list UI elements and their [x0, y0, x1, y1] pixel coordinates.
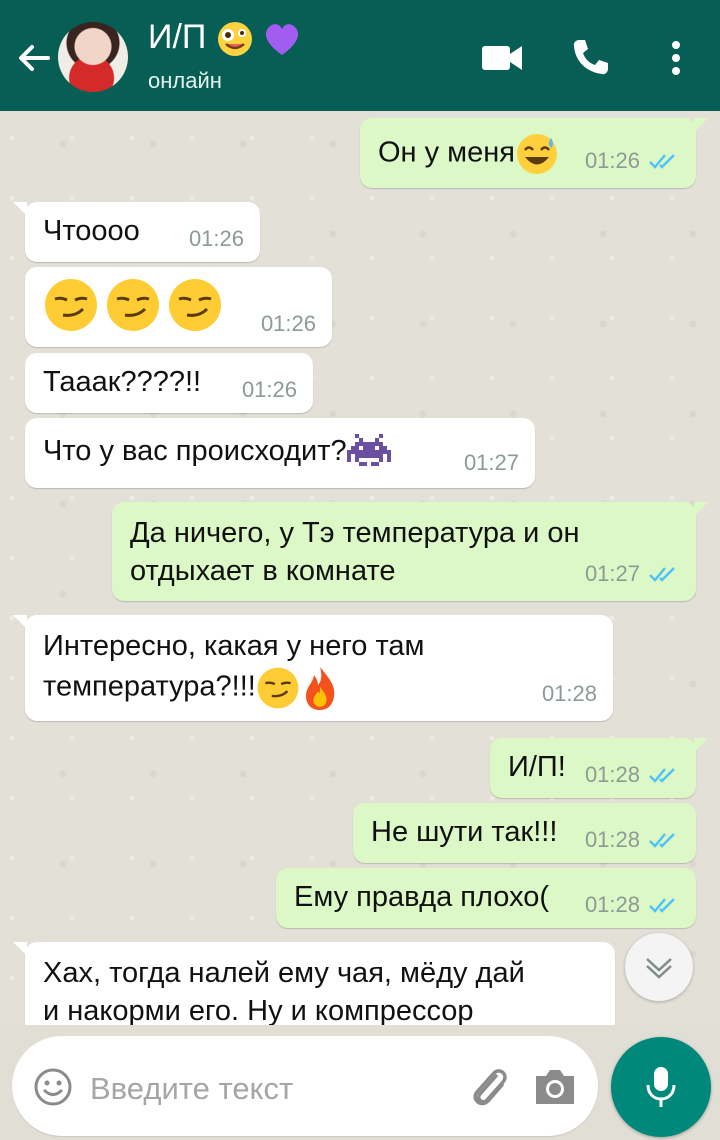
- purple-heart-icon: [266, 24, 299, 56]
- message-bubble-incoming[interactable]: 01:26: [25, 267, 332, 347]
- smirk-emoji-icon: [45, 279, 97, 331]
- fire-emoji-icon: [305, 667, 335, 710]
- scroll-to-bottom-button[interactable]: [625, 933, 693, 1001]
- message-text: Ему правда плохо(: [294, 881, 550, 913]
- double-check-read-icon: [649, 833, 675, 848]
- message-time: 01:28: [584, 892, 640, 917]
- bubble-tail: [694, 502, 708, 516]
- message-text: Да ничего, у Тэ температура и он отдыхае…: [130, 517, 580, 587]
- contact-status: онлайн: [148, 68, 222, 93]
- more-vert-icon[interactable]: [652, 34, 700, 82]
- message-meta: 01:27: [464, 444, 519, 482]
- message-time: 01:26: [584, 148, 640, 173]
- message-text: Интересно, какая у него там температура?…: [43, 627, 424, 711]
- message-text: Хах, тогда налей ему чая, мёду дай и нак…: [43, 957, 525, 1027]
- message-text: Что у вас происходит?: [43, 432, 391, 470]
- message-text: И/П!: [508, 751, 566, 783]
- contact-name[interactable]: И/П: [148, 18, 301, 58]
- message-bubble-outgoing[interactable]: Не шути так!!! 01:28: [353, 803, 696, 863]
- double-check-read-icon: [649, 154, 675, 169]
- phone-icon[interactable]: [566, 34, 614, 82]
- bubble-tail: [694, 738, 708, 752]
- message-input[interactable]: [88, 1060, 452, 1118]
- message-meta: 01:26: [585, 142, 680, 180]
- message-time: 01:26: [188, 226, 244, 251]
- message-time: 01:27: [584, 561, 640, 586]
- message-bubble-incoming[interactable]: Что у вас происходит? 01:27: [25, 418, 535, 488]
- message-bubble-outgoing[interactable]: Да ничего, у Тэ температура и он отдыхае…: [112, 502, 708, 601]
- message-bubble-incoming[interactable]: Чтоооо 01:26: [13, 202, 260, 262]
- message-time: 01:27: [463, 450, 519, 475]
- bubble-tail: [13, 615, 27, 629]
- message-bubble-outgoing[interactable]: И/П! 01:28: [490, 738, 708, 798]
- bubble-tail: [13, 942, 27, 956]
- smirk-emoji-icon: [169, 279, 221, 331]
- microphone-button[interactable]: [611, 1037, 711, 1137]
- message-bubble-incoming[interactable]: Тааак????!! 01:26: [25, 353, 313, 413]
- smirk-emoji-icon: [257, 667, 299, 709]
- camera-icon[interactable]: [532, 1066, 578, 1108]
- message-meta: 01:28: [542, 675, 597, 713]
- message-bubble-outgoing[interactable]: Он у меня 01:26: [360, 118, 708, 188]
- smirk-emoji-icon: [107, 279, 159, 331]
- video-call-icon[interactable]: [478, 34, 526, 82]
- message-time: 01:28: [584, 827, 640, 852]
- alien-monster-emoji-icon: [346, 434, 391, 467]
- message-meta: 01:26: [242, 371, 297, 409]
- message-meta: 01:28: [585, 886, 680, 924]
- microphone-icon: [646, 1067, 676, 1107]
- message-meta: 01:28: [585, 756, 680, 794]
- message-text: Тааак????!!: [43, 366, 202, 398]
- message-bubble-outgoing[interactable]: Ему правда плохо( 01:28: [276, 868, 696, 928]
- message-text: Он у меня: [378, 132, 559, 176]
- message-text: Не шути так!!!: [371, 816, 558, 848]
- message-meta: 01:27: [585, 555, 680, 593]
- message-time: 01:26: [260, 311, 316, 336]
- paperclip-icon[interactable]: [466, 1062, 512, 1112]
- chat-header: И/П онлайн: [0, 0, 720, 111]
- avatar[interactable]: [58, 22, 128, 92]
- message-bubble-incoming[interactable]: Интересно, какая у него там температура?…: [13, 615, 613, 721]
- emoji-icon[interactable]: [32, 1066, 74, 1108]
- message-meta: 01:28: [585, 821, 680, 859]
- message-time: 01:26: [241, 377, 297, 402]
- double-check-read-icon: [649, 768, 675, 783]
- message-time: 01:28: [541, 681, 597, 706]
- bubble-tail: [694, 118, 708, 132]
- message-time: 01:28: [584, 762, 640, 787]
- bubble-tail: [13, 202, 27, 216]
- sweat-smile-emoji-icon: [516, 134, 557, 174]
- message-meta: 01:26: [189, 220, 244, 258]
- double-check-read-icon: [649, 567, 675, 582]
- message-emoji-row: [43, 277, 223, 333]
- chevron-down-icon: [646, 958, 672, 979]
- back-arrow-icon[interactable]: [14, 38, 54, 78]
- zany-face-icon: [217, 22, 252, 57]
- message-meta: 01:26: [261, 305, 316, 343]
- double-check-read-icon: [649, 898, 675, 913]
- message-text: Чтоооо: [43, 215, 140, 247]
